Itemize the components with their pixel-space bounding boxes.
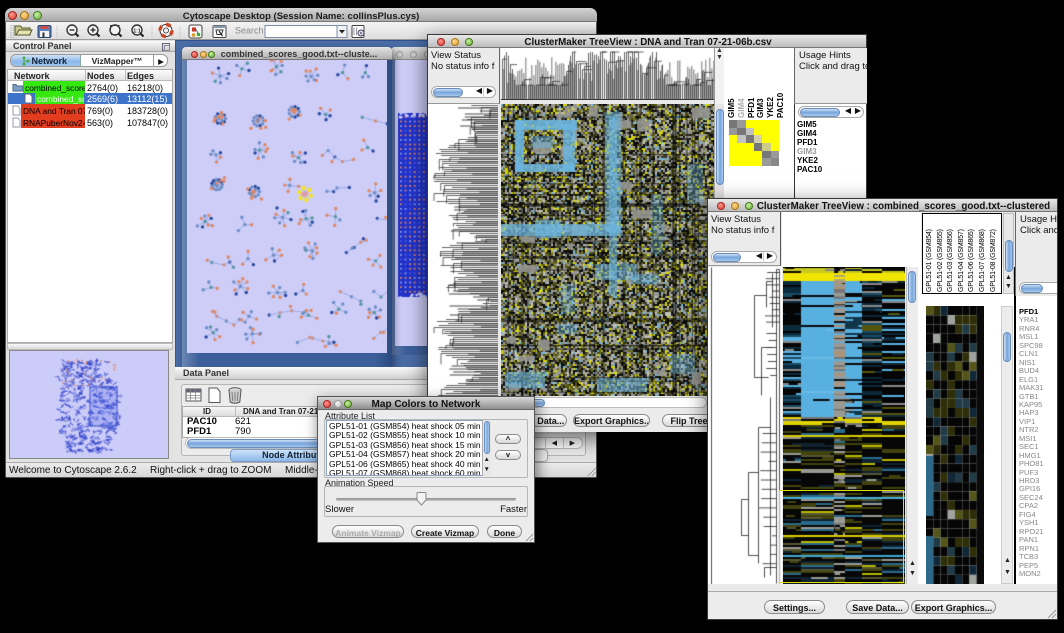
svg-text:Search:: Search:: [235, 26, 266, 36]
svg-text:1:1: 1:1: [133, 29, 140, 35]
